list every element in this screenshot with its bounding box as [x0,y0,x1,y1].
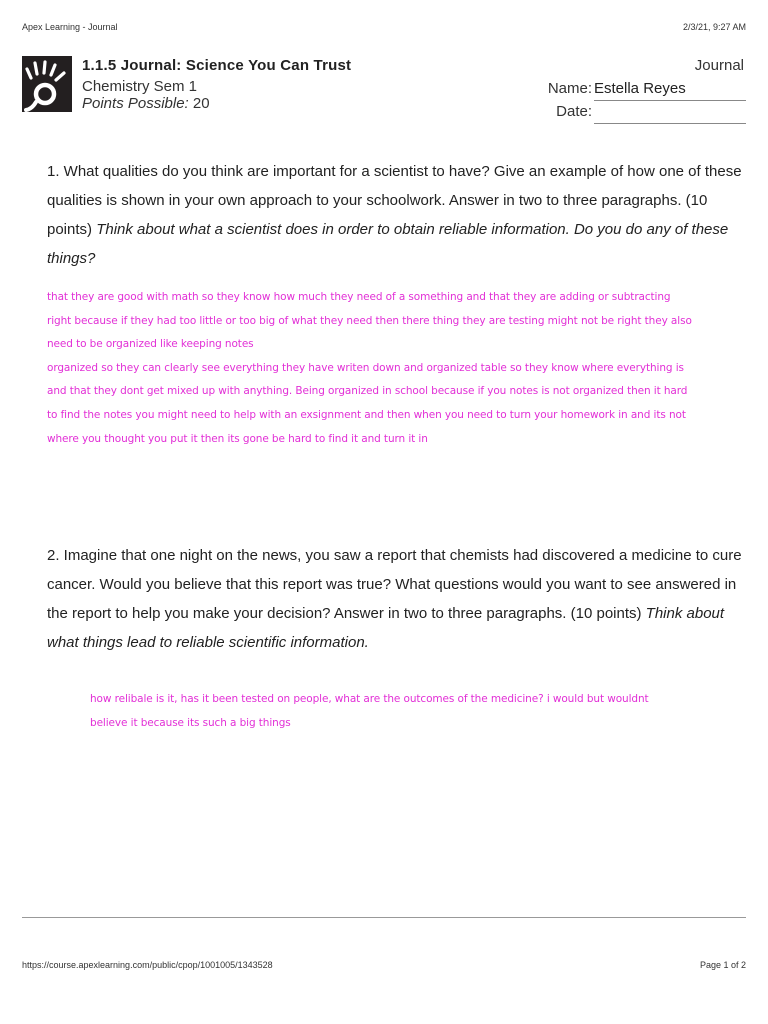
answer-line: right because if they had too little or … [47,314,692,327]
answer-line: organized so they can clearly see everyt… [47,361,684,374]
name-field[interactable]: Estella Reyes [594,80,746,101]
points-label: Points Possible: [82,95,189,112]
date-label: Date: [556,103,592,120]
print-header: Apex Learning - Journal 2/3/21, 9:27 AM [22,22,746,36]
question-2: 2. Imagine that one night on the news, y… [47,541,747,657]
name-label: Name: [547,80,592,97]
date-label-cell: Date: [540,103,592,123]
apex-learning-logo-icon [22,56,72,112]
points-value: 20 [188,95,210,112]
answer-line: that they are good with math so they kno… [47,291,671,303]
answer-2[interactable]: how relibale is it, has it been tested o… [90,688,649,735]
journal-title: 1.1.5 Journal: Science You Can Trust [82,57,352,74]
name-label-cell: Name: [540,80,592,100]
course-name: Chemistry Sem 1 [82,78,198,95]
answer-line: need to be organized like keeping notes [47,338,254,351]
answer-line: where you thought you put it then its go… [47,432,428,445]
print-header-datetime: 2/3/21, 9:27 AM [682,22,746,32]
date-field[interactable] [594,103,746,124]
footer-url: https://course.apexlearning.com/public/c… [22,960,273,970]
answer-line: and that they dont get mixed up with any… [47,385,688,398]
doc-type-label: Journal [694,57,744,74]
points-possible: Points Possible: 20 [82,95,210,112]
answer-line: how relibale is it, has it been tested o… [90,693,649,705]
question-2-prompt: 2. Imagine that one night on the news, y… [47,547,742,622]
print-header-title: Apex Learning - Journal [22,22,118,32]
answer-1[interactable]: that they are good with math so they kno… [47,286,692,451]
question-1: 1. What qualities do you think are impor… [47,157,747,273]
question-1-hint: Think about what a scientist does in ord… [47,221,729,267]
answer-line: believe it because its such a big things [90,716,291,729]
footer-divider [22,917,746,918]
page-number: Page 1 of 2 [699,960,746,970]
answer-line: to find the notes you might need to help… [47,408,686,421]
